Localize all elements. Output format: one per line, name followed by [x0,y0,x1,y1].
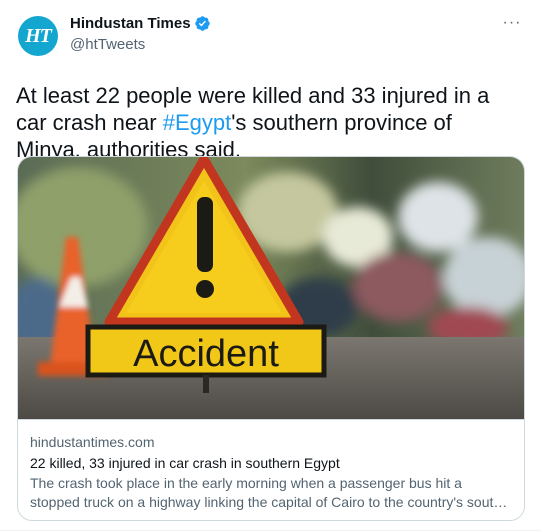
name-row: Hindustan Times [70,14,211,33]
avatar[interactable]: HT [18,16,58,56]
card-title: 22 killed, 33 injured in car crash in so… [30,455,340,471]
tweet-header: HT Hindustan Times @htTweets [16,14,525,66]
card-body[interactable]: hindustantimes.com 22 killed, 33 injured… [18,419,524,512]
card-image[interactable]: Accident [18,157,524,419]
tweet-text: At least 22 people were killed and 33 in… [16,82,517,163]
hashtag-link[interactable]: #Egypt [163,110,232,135]
user-handle[interactable]: @htTweets [70,35,211,54]
card-description: The crash took place in the early mornin… [30,475,506,510]
more-options-icon[interactable]: ··· [499,12,525,34]
author-info: Hindustan Times @htTweets [70,14,211,54]
link-preview-card[interactable]: Accident hindustantimes.com 22 killed, 3… [17,156,525,521]
tweet[interactable]: HT Hindustan Times @htTweets ··· At leas… [0,0,541,531]
card-domain: hindustantimes.com [30,434,155,450]
verified-badge-icon [194,16,210,31]
sign-text: Accident [133,333,279,375]
display-name[interactable]: Hindustan Times [70,14,191,33]
